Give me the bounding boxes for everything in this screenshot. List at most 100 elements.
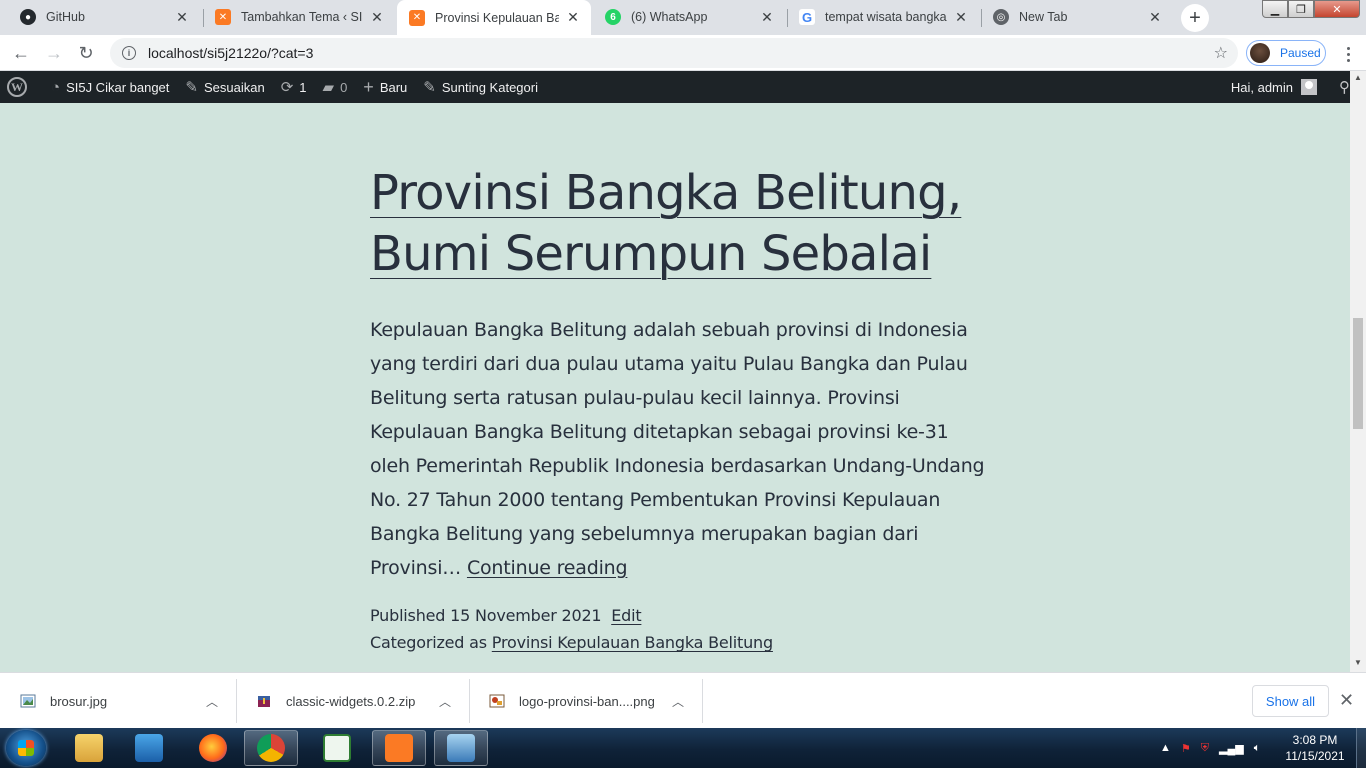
profile-status: Paused (1280, 46, 1321, 60)
show-desktop-button[interactable] (1356, 728, 1366, 768)
signal-icon[interactable]: ▂▄▆ (1219, 742, 1244, 755)
forward-button[interactable]: → (41, 40, 67, 66)
close-icon[interactable]: ✕ (759, 9, 775, 25)
chevron-up-icon[interactable]: ︿ (206, 693, 218, 710)
tab-title: New Tab (1019, 10, 1068, 24)
github-icon: ● (20, 9, 36, 25)
action-center-icon[interactable]: ⚑ (1181, 742, 1191, 755)
archive-file-icon (258, 696, 270, 707)
address-bar[interactable]: i localhost/si5j2122o/?cat=3 ☆ (110, 38, 1238, 68)
more-menu-icon[interactable] (1338, 42, 1358, 66)
download-item[interactable]: logo-provinsi-ban....png ︿ (469, 673, 702, 729)
close-icon[interactable]: ✕ (565, 9, 581, 26)
download-filename: brosur.jpg (50, 693, 108, 709)
close-icon[interactable]: ✕ (953, 9, 969, 25)
taskbar-xampp[interactable] (372, 730, 426, 766)
scroll-down-icon[interactable]: ▼ (1354, 658, 1362, 667)
image-viewer-icon (447, 734, 475, 762)
tab-new-tab[interactable]: ◎ New Tab ✕ (981, 0, 1173, 34)
scrollbar-thumb[interactable] (1353, 318, 1363, 429)
customize-link[interactable]: ✎ Sesuaikan (177, 71, 272, 103)
tab-whatsapp[interactable]: 6 (6) WhatsApp ✕ (593, 0, 785, 34)
clock-date: 11/15/2021 (1285, 749, 1345, 763)
taskbar-image-viewer[interactable] (434, 730, 488, 766)
plus-icon: + (363, 76, 374, 97)
scroll-up-icon[interactable]: ▲ (1354, 73, 1362, 82)
clock-time: 3:08 PM (1292, 733, 1338, 747)
close-icon[interactable]: ✕ (174, 9, 190, 25)
url-text: localhost/si5j2122o/?cat=3 (148, 45, 314, 61)
image-file-icon (20, 694, 36, 708)
site-info-icon[interactable]: i (122, 46, 136, 60)
tab-strip: ● GitHub ✕ ✕ Tambahkan Tema ‹ SI5J C ✕ ✕… (0, 0, 1366, 35)
taskbar-chrome[interactable] (244, 730, 298, 766)
new-tab-button[interactable]: + (1181, 4, 1209, 32)
continue-reading-link[interactable]: Continue reading (467, 557, 628, 579)
close-icon[interactable]: ✕ (1147, 9, 1163, 25)
tab-title: (6) WhatsApp (631, 10, 708, 24)
back-button[interactable]: ← (8, 40, 34, 66)
wordpress-logo-menu[interactable]: W (0, 71, 35, 103)
updates-count: 1 (299, 79, 307, 95)
edit-post-link[interactable]: Edit (611, 606, 641, 625)
download-filename: logo-provinsi-ban....png (519, 693, 655, 709)
pencil-icon: ✎ (423, 79, 436, 96)
close-icon[interactable]: ✕ (369, 9, 385, 25)
comments-link[interactable]: ▰ 0 (315, 71, 356, 103)
page-scrollbar[interactable]: ▲ ▼ (1350, 71, 1366, 672)
chevron-up-icon[interactable]: ︿ (439, 693, 451, 710)
xampp-icon: ✕ (409, 9, 425, 26)
media-player-icon (135, 734, 163, 762)
my-account-menu[interactable]: Hai, admin (1223, 71, 1325, 103)
updates-link[interactable]: ⟳ 1 (273, 71, 315, 103)
chrome-icon (257, 734, 285, 762)
tab-google-search[interactable]: G tempat wisata bangka be ✕ (787, 0, 979, 34)
tray-expand-icon[interactable]: ▲ (1160, 742, 1171, 754)
profile-button[interactable]: Paused (1246, 40, 1326, 66)
taskbar-media-player[interactable] (122, 730, 176, 766)
reload-button[interactable]: ↻ (73, 40, 99, 66)
volume-icon[interactable]: 🔈︎ (1254, 742, 1261, 755)
page-content: Provinsi Bangka Belitung, Bumi Serumpun … (0, 103, 1350, 672)
tab-github[interactable]: ● GitHub ✕ (8, 0, 200, 34)
taskbar-network-app[interactable] (310, 730, 364, 766)
published-label: Published (370, 606, 446, 625)
taskbar-firefox[interactable] (186, 730, 240, 766)
post-title[interactable]: Provinsi Bangka Belitung, Bumi Serumpun … (370, 163, 980, 285)
window-close-button[interactable]: ✕ (1314, 0, 1360, 18)
category-link[interactable]: Provinsi Kepulauan Bangka Belitung (492, 633, 773, 652)
minimize-button[interactable]: ▁ (1262, 0, 1288, 18)
new-content-menu[interactable]: + Baru (355, 71, 415, 103)
post-title-line-1[interactable]: Provinsi Bangka Belitung, (370, 165, 962, 221)
bookmark-star-icon[interactable]: ☆ (1214, 43, 1228, 63)
updates-icon: ⟳ (280, 79, 294, 96)
download-item[interactable]: brosur.jpg ︿ (0, 673, 236, 729)
system-clock[interactable]: 3:08 PM 11/15/2021 (1280, 732, 1350, 764)
post-meta: Published 15 November 2021 Edit Categori… (370, 602, 990, 656)
site-name-menu[interactable]: ◔ SI5J Cikar banget (35, 71, 177, 103)
system-tray: ▲ ⚑ ⛨ ▂▄▆ 🔈︎ (1160, 728, 1260, 768)
post-title-line-2[interactable]: Bumi Serumpun Sebalai (370, 226, 932, 282)
windows-taskbar: ▲ ⚑ ⛨ ▂▄▆ 🔈︎ 3:08 PM 11/15/2021 (0, 728, 1366, 768)
show-all-downloads-button[interactable]: Show all (1252, 685, 1329, 717)
maximize-button[interactable]: ❐ (1288, 0, 1314, 18)
tab-tambahkan-tema[interactable]: ✕ Tambahkan Tema ‹ SI5J C ✕ (203, 0, 395, 34)
close-icon[interactable]: ✕ (1339, 690, 1354, 711)
chevron-up-icon[interactable]: ︿ (672, 693, 684, 710)
taskbar-explorer[interactable] (62, 730, 116, 766)
security-icon[interactable]: ⛨ (1201, 742, 1209, 755)
firefox-icon (199, 734, 227, 762)
download-item[interactable]: classic-widgets.0.2.zip ︿ (236, 673, 469, 729)
avatar (1250, 43, 1270, 63)
edit-category-link[interactable]: ✎ Sunting Kategori (415, 71, 546, 103)
wordpress-icon: W (7, 77, 27, 97)
published-line: Published 15 November 2021 Edit (370, 602, 990, 629)
excerpt-text: Kepulauan Bangka Belitung adalah sebuah … (370, 319, 985, 579)
search-icon: ⚲ (1339, 79, 1350, 96)
post-excerpt: Kepulauan Bangka Belitung adalah sebuah … (370, 313, 990, 585)
avatar (1301, 79, 1317, 95)
start-button[interactable] (6, 730, 46, 766)
tab-provinsi-active[interactable]: ✕ Provinsi Kepulauan Bang ✕ (397, 0, 591, 35)
greeting: Hai, admin (1230, 79, 1293, 95)
tab-title: GitHub (46, 10, 85, 24)
